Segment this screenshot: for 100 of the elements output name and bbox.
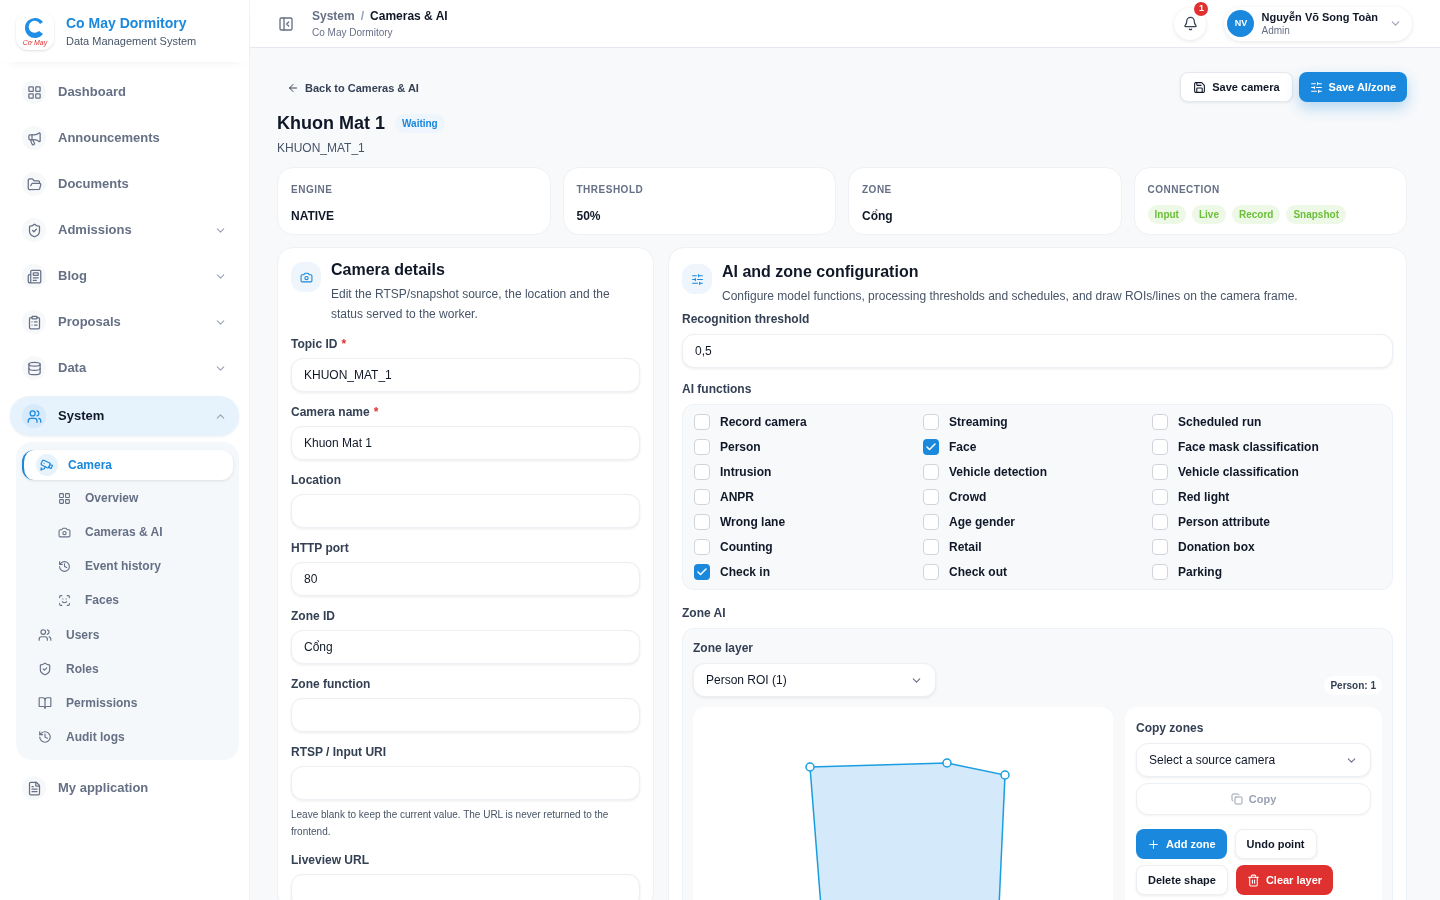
check-icon (925, 441, 937, 453)
nav-icon (26, 130, 42, 146)
checkbox[interactable] (923, 439, 939, 455)
function-checkbox[interactable]: Person (694, 438, 923, 456)
notifications-button[interactable] (1174, 7, 1207, 40)
nav-item[interactable]: Admissions (10, 212, 239, 248)
card-description: Edit the RTSP/snapshot source, the location and the status served to the worker. (331, 286, 611, 323)
input-field[interactable]: 80 (291, 562, 640, 596)
function-checkbox[interactable]: Parking (1152, 563, 1381, 581)
checkbox[interactable] (1152, 539, 1168, 555)
trash-icon (1246, 873, 1260, 887)
submenu-icon (38, 696, 52, 710)
function-checkbox[interactable]: Wrong lane (694, 513, 923, 531)
function-checkbox[interactable]: Intrusion (694, 463, 923, 481)
checkbox[interactable] (1152, 464, 1168, 480)
card-title: Camera details (331, 260, 446, 280)
sidebar-toggle-icon[interactable] (278, 15, 294, 32)
function-checkbox[interactable]: Counting (694, 538, 923, 556)
checkbox[interactable] (1152, 439, 1168, 455)
nav-item[interactable]: Blog (10, 258, 239, 294)
save-camera-button[interactable]: Save camera (1180, 72, 1293, 102)
checkbox[interactable] (694, 514, 710, 530)
nav-item[interactable]: My application (10, 770, 239, 806)
checkbox[interactable] (694, 464, 710, 480)
nav-item[interactable]: Proposals (10, 304, 239, 340)
back-link[interactable]: Back to Cameras & AI (287, 80, 419, 97)
input-field[interactable]: Cổng (291, 630, 640, 664)
zone-tool-button[interactable]: Delete shape (1136, 865, 1228, 895)
field-label: Camera name (291, 404, 370, 421)
zone-tool-button[interactable]: Undo point (1234, 829, 1317, 859)
submenu-icon (38, 628, 52, 642)
zone-count-badge: Person: 1 (1324, 676, 1382, 695)
submenu-item[interactable]: Cameras & AI (22, 516, 233, 548)
save-ai-zone-button[interactable]: Save AI/zone (1298, 72, 1407, 102)
checkbox[interactable] (694, 489, 710, 505)
checkbox[interactable] (694, 564, 710, 580)
submenu-item[interactable]: Roles (22, 654, 233, 684)
input-field[interactable]: 0,5 (682, 334, 1393, 368)
checkbox[interactable] (1152, 514, 1168, 530)
function-checkbox[interactable]: Red light (1152, 488, 1381, 506)
submenu-item[interactable]: Faces (22, 584, 233, 616)
function-checkbox[interactable]: Check in (694, 563, 923, 581)
checkbox[interactable] (694, 439, 710, 455)
zone-canvas[interactable] (693, 707, 1113, 900)
nav-item[interactable]: Data (10, 350, 239, 386)
checkbox[interactable] (923, 564, 939, 580)
checkbox[interactable] (1152, 564, 1168, 580)
submenu-item[interactable]: Permissions (22, 688, 233, 718)
input-field[interactable]: KHUON_MAT_1 (291, 358, 640, 392)
function-checkbox[interactable]: Vehicle detection (923, 463, 1152, 481)
input-field[interactable]: Khuon Mat 1 (291, 426, 640, 460)
function-checkbox[interactable]: Face mask classification (1152, 438, 1381, 456)
nav-item[interactable]: Announcements (10, 120, 239, 156)
checkbox[interactable] (923, 514, 939, 530)
breadcrumb-separator: / (360, 8, 365, 25)
plus-icon (1147, 837, 1160, 851)
nav-item[interactable]: System (10, 396, 239, 436)
zone-layer-select[interactable]: Person ROI (1) (693, 663, 936, 697)
zone-tool-button[interactable]: Add zone (1136, 829, 1227, 859)
app-subtitle: Data Management System (66, 34, 197, 49)
arrow-left-icon (287, 82, 299, 95)
function-checkbox[interactable]: Donation box (1152, 538, 1381, 556)
zone-tool-button[interactable]: Clear layer (1235, 865, 1334, 895)
user-menu[interactable]: NV Nguyễn Võ Song Toàn Admin (1224, 6, 1412, 41)
field-label: Topic ID (291, 336, 338, 353)
breadcrumb-link[interactable]: Cameras & AI (370, 7, 448, 25)
function-checkbox[interactable]: Streaming (923, 413, 1152, 431)
submenu-item[interactable]: Audit logs (22, 722, 233, 752)
submenu-icon (58, 525, 71, 539)
function-checkbox[interactable]: Age gender (923, 513, 1152, 531)
submenu-item[interactable]: Event history (22, 550, 233, 582)
nav-item[interactable]: Dashboard (10, 74, 239, 110)
zone-polygon[interactable] (805, 758, 1010, 900)
submenu-item[interactable]: Users (22, 620, 233, 650)
function-checkbox[interactable]: Crowd (923, 488, 1152, 506)
check-icon (696, 566, 708, 578)
checkbox[interactable] (923, 539, 939, 555)
function-checkbox[interactable]: Face (923, 438, 1152, 456)
field-label: RTSP / Input URI (291, 744, 387, 761)
checkbox[interactable] (694, 539, 710, 555)
function-checkbox[interactable]: Vehicle classification (1152, 463, 1381, 481)
breadcrumb-link[interactable]: System (312, 7, 355, 25)
source-camera-select[interactable]: Select a source camera (1136, 743, 1371, 777)
stat-card: ZONE Cổng (848, 167, 1122, 235)
function-checkbox[interactable]: Person attribute (1152, 513, 1381, 531)
function-checkbox[interactable]: Retail (923, 538, 1152, 556)
function-checkbox[interactable]: Scheduled run (1152, 413, 1381, 431)
nav-item[interactable]: Documents (10, 166, 239, 202)
checkbox[interactable] (923, 464, 939, 480)
submenu-item[interactable]: Overview (22, 482, 233, 514)
submenu-item[interactable]: Camera (22, 450, 233, 480)
function-checkbox[interactable]: Check out (923, 563, 1152, 581)
checkbox[interactable] (923, 489, 939, 505)
checkbox[interactable] (923, 414, 939, 430)
function-checkbox[interactable]: ANPR (694, 488, 923, 506)
checkbox[interactable] (1152, 489, 1168, 505)
checkbox[interactable] (694, 414, 710, 430)
function-checkbox[interactable]: Record camera (694, 413, 923, 431)
checkbox[interactable] (1152, 414, 1168, 430)
field-label: Zone ID (291, 608, 335, 625)
